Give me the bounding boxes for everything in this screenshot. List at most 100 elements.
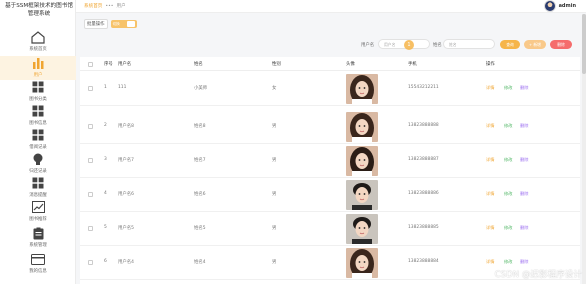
delete-link[interactable]: 删除 [520,191,528,197]
cell-gender: 男 [272,192,277,197]
cell-name: 姓名7 [194,158,206,163]
row-checkbox[interactable] [88,124,93,129]
user-photo[interactable] [346,180,378,210]
edit-link[interactable]: 修改 [504,85,512,91]
cell-account: 111 [118,85,127,90]
detail-link[interactable]: 详情 [486,225,494,231]
avatar[interactable] [543,0,556,12]
detail-link[interactable]: 详情 [486,85,494,91]
bulb-icon [30,152,46,166]
detail-link[interactable]: 详情 [486,123,494,129]
watermark: CSDN @迟影程序设计 [494,270,582,280]
delete-link[interactable]: 删除 [520,123,528,129]
cell-account: 用户名8 [118,124,134,129]
cell-index: 3 [104,157,107,162]
cell-name: 姓名5 [194,226,206,231]
row-checkbox[interactable] [88,86,93,91]
table-row: 5 用户名5 姓名5 男 13823888885 详情 修改 删除 [80,212,580,246]
sidebar-item-8[interactable]: 系统管理 [0,226,76,250]
bar-chart-icon [30,56,46,70]
sidebar-item-2[interactable]: 图书分类 [0,80,76,104]
user-photo[interactable] [346,248,378,278]
cell-name: 姓名6 [194,192,206,197]
select-all-checkbox[interactable] [88,62,93,67]
sidebar-item-9[interactable]: 我的信息 [0,252,76,276]
detail-link[interactable]: 详情 [486,259,494,265]
breadcrumb-home[interactable]: 系统首页 [84,3,102,9]
toggle-text: 切换 [112,21,120,26]
cell-phone: 13823888885 [408,225,439,230]
breadcrumb-separator: ••• [105,3,114,9]
breadcrumb: 系统首页 ••• 用户 [84,3,126,10]
cell-index: 5 [104,225,107,230]
sidebar-item-label: 归还记录 [29,169,47,174]
table-row: 1 111 小美师女 15543212211 详情 修改 删除 [80,72,580,106]
row-checkbox[interactable] [88,226,93,231]
name-search-input[interactable]: 姓名 [443,39,495,49]
detail-link[interactable]: 详情 [486,191,494,197]
cell-name: 姓名8 [194,124,206,129]
cell-phone: 13823888888 [408,123,439,128]
sidebar-item-5[interactable]: 归还记录 [0,152,76,176]
cell-index: 4 [104,191,107,196]
batch-mode-label[interactable]: 批量操作 [84,19,108,29]
sidebar-item-3[interactable]: 图书信息 [0,104,76,128]
breadcrumb-current: 用户 [116,4,126,9]
col-name[interactable]: 姓名 [194,61,203,67]
sidebar-item-6[interactable]: 消息提醒 [0,176,76,200]
cell-account: 用户名6 [118,192,134,197]
grid-icon [30,176,46,190]
col-phone[interactable]: 手机 [408,61,417,67]
delete-link[interactable]: 删除 [520,225,528,231]
detail-link[interactable]: 详情 [486,157,494,163]
delete-link[interactable]: 删除 [520,157,528,163]
edit-link[interactable]: 修改 [504,123,512,129]
delete-link[interactable]: 删除 [520,259,528,265]
search-row: 用户名 用户名 姓名 姓名 查询 + 新增 删除 [0,38,586,52]
cell-gender: 男 [272,260,277,265]
col-account[interactable]: 用户名 [118,61,131,67]
cell-index: 1 [104,85,107,90]
user-photo[interactable] [346,74,378,104]
delete-link[interactable]: 删除 [520,85,528,91]
user-photo[interactable] [346,112,378,142]
edit-link[interactable]: 修改 [504,259,512,265]
delete-button-label: 删除 [557,41,565,47]
user-photo[interactable] [346,214,378,244]
sidebar-item-4[interactable]: 借阅记录 [0,128,76,152]
cell-gender: 男 [272,226,277,231]
toggle-knob [126,21,135,27]
sidebar-item-label: 我的信息 [29,269,47,274]
cell-phone: 13823888887 [408,157,439,162]
col-index: 序号 [104,62,113,67]
row-checkbox[interactable] [88,158,93,163]
sidebar-item-7[interactable]: 图书推荐 [0,200,76,224]
edit-link[interactable]: 修改 [504,191,512,197]
add-button[interactable]: + 新增 [524,40,546,49]
delete-button[interactable]: 删除 [550,40,572,49]
col-gender[interactable]: 性别 [272,61,281,67]
row-checkbox[interactable] [88,192,93,197]
view-toggle[interactable]: 切换 [110,20,137,28]
search-button-label: 查询 [506,41,514,47]
user-photo[interactable] [346,146,378,176]
sidebar-item-1[interactable]: 用户 [0,56,76,80]
card-icon [30,252,46,266]
sidebar-item-label: 图书分类 [29,97,47,102]
table-row: 2 用户名8 姓名8 男 13823888888 详情 修改 删除 [80,110,580,144]
edit-link[interactable]: 修改 [504,157,512,163]
account-label: 用户名 [361,43,375,48]
col-avatar: 头像 [346,62,355,67]
scrollbar-thumb[interactable] [582,14,586,74]
grid-icon [30,128,46,142]
cell-gender: 男 [272,124,277,129]
cell-index: 2 [104,123,107,128]
cell-phone: 13823888884 [408,259,439,264]
user-menu[interactable]: admin [543,0,576,12]
row-checkbox[interactable] [88,260,93,265]
col-actions: 操作 [486,62,495,67]
username[interactable]: admin [559,3,576,9]
search-button[interactable]: 查询 [500,40,520,49]
page-scrollbar[interactable] [582,14,586,284]
edit-link[interactable]: 修改 [504,225,512,231]
